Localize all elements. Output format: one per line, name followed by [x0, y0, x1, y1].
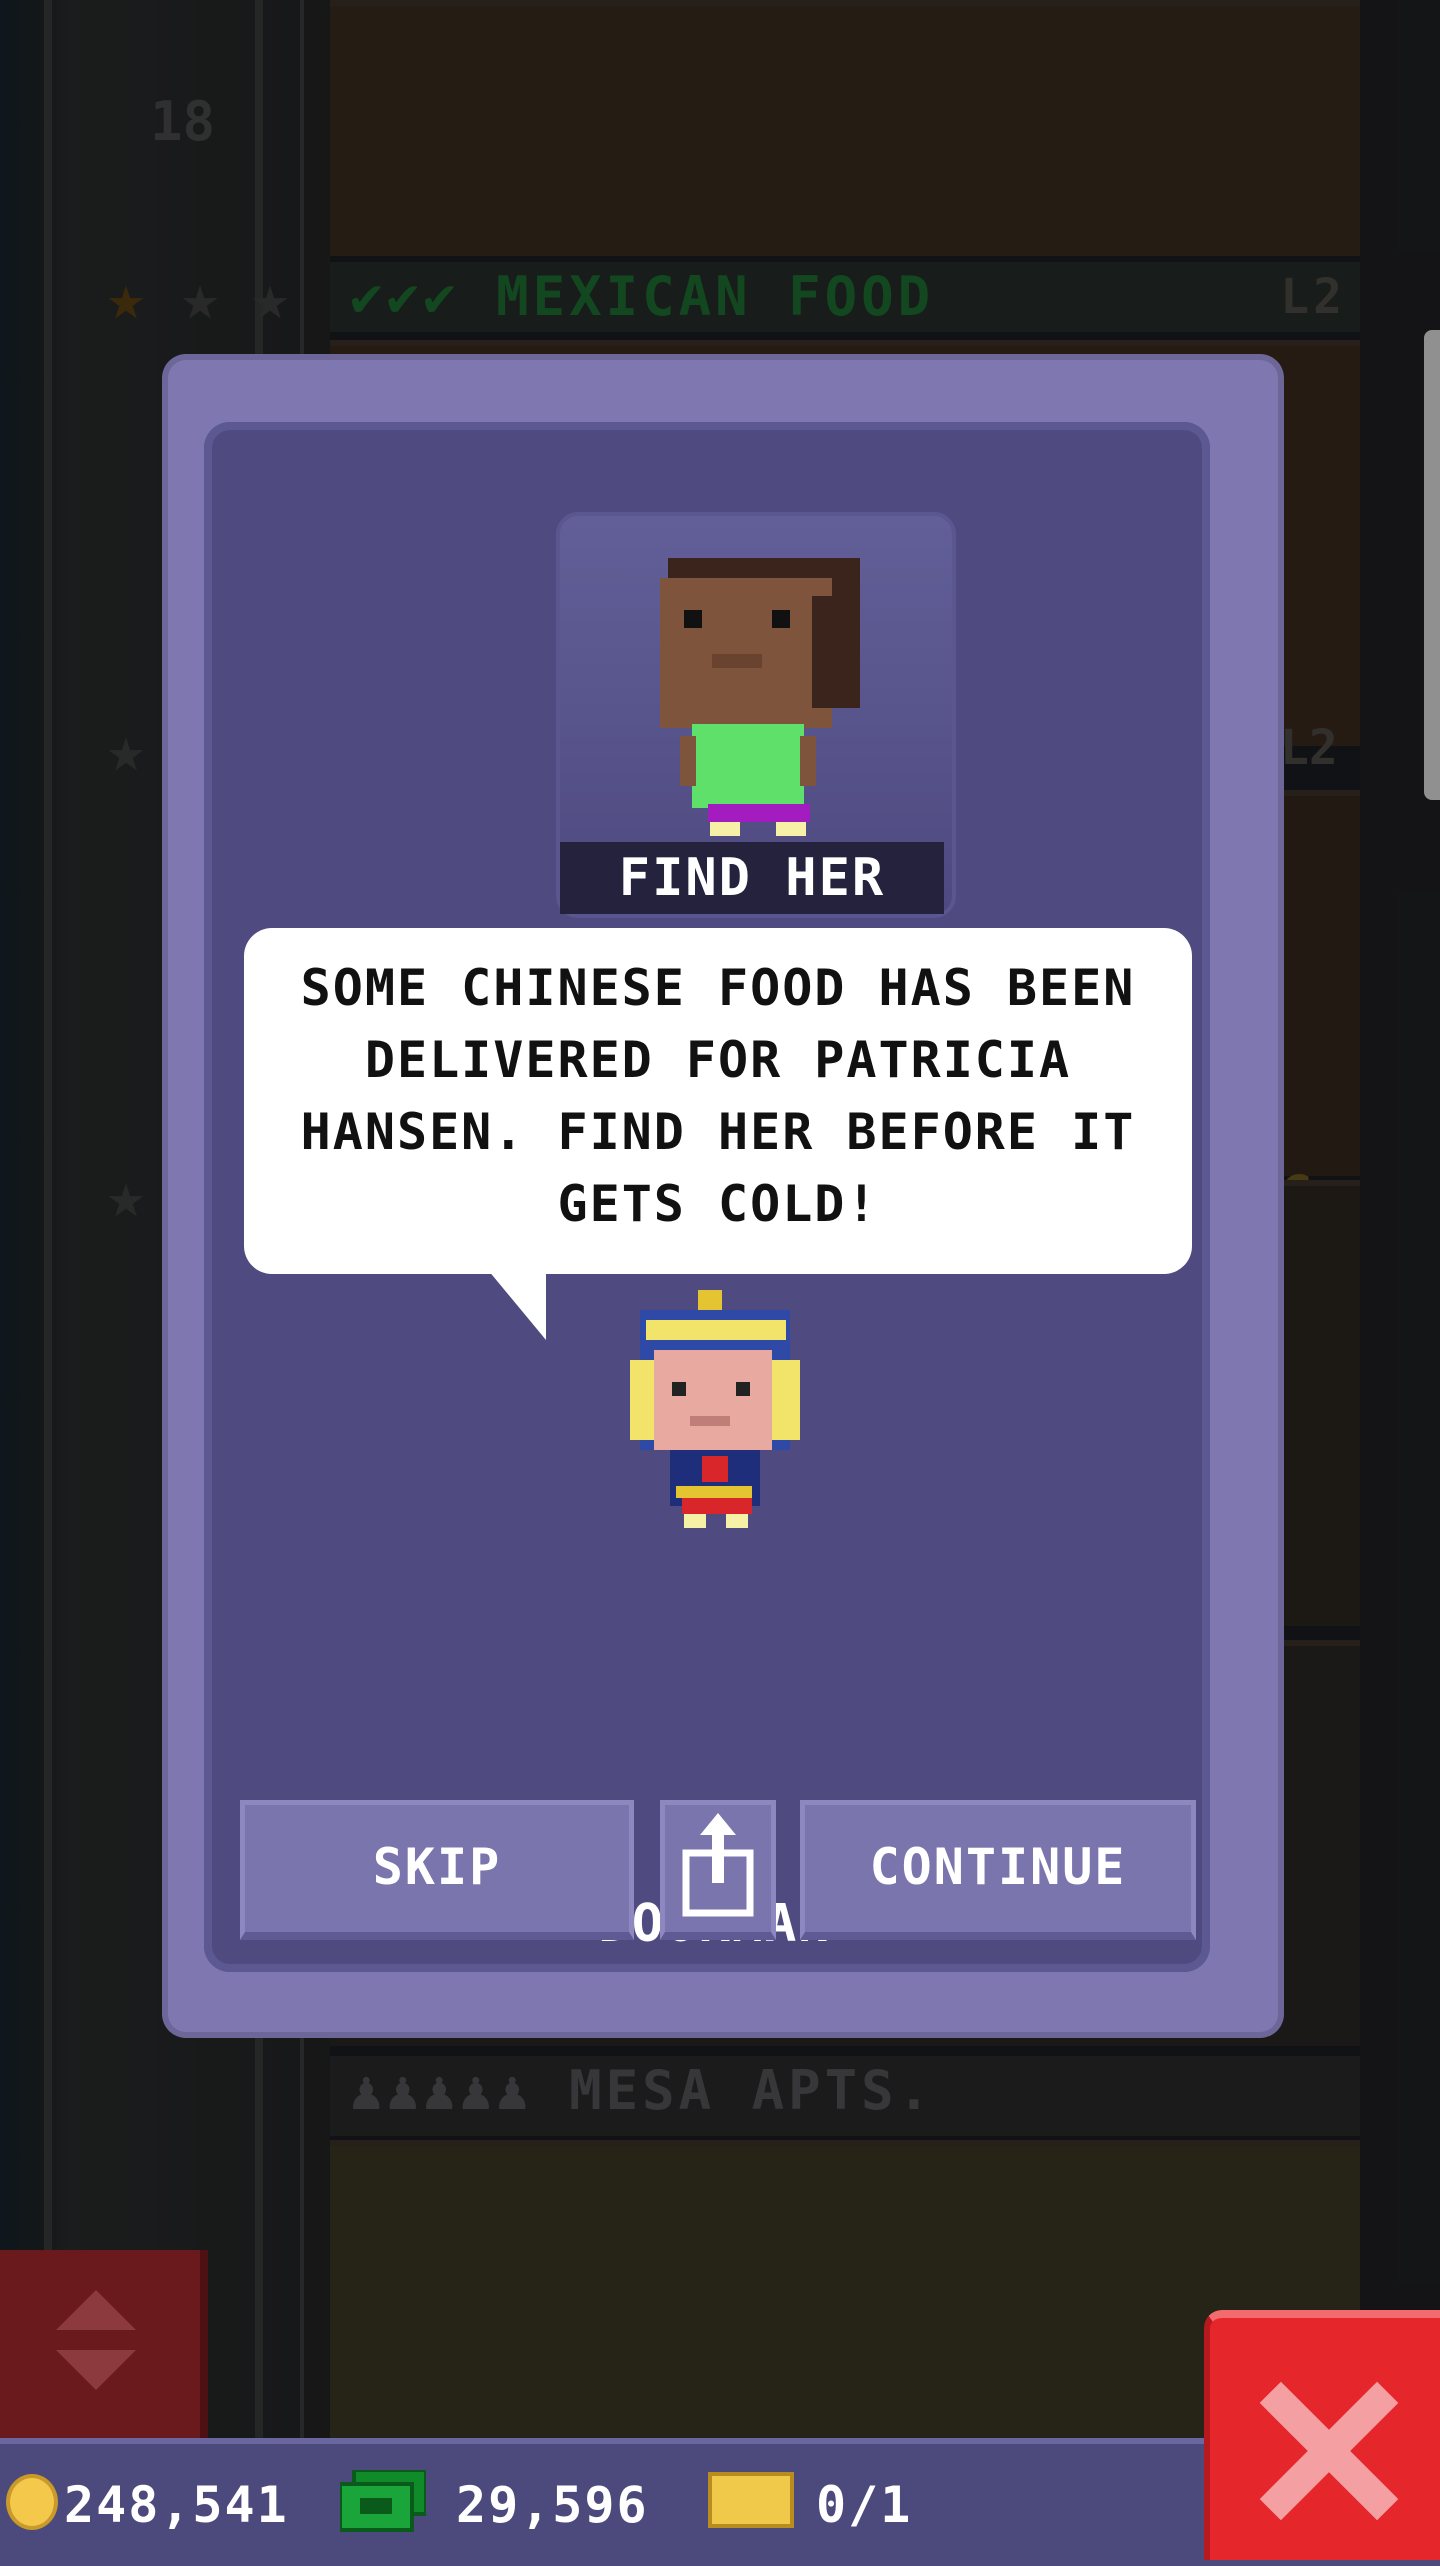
elevator-arrows-icon [56, 2290, 136, 2390]
share-icon [682, 1813, 754, 1917]
portrait-label: FIND HER [560, 842, 944, 914]
continue-button[interactable]: CONTINUE [800, 1800, 1196, 1940]
coin-count: 248,541 [64, 2476, 289, 2534]
ticket-icon [708, 2472, 794, 2528]
close-button[interactable] [1204, 2310, 1440, 2560]
dialog-message: SOME CHINESE FOOD HAS BEEN DELIVERED FOR… [300, 959, 1136, 1233]
elevator-control[interactable] [0, 2250, 208, 2440]
close-icon [1259, 2381, 1399, 2521]
skip-button[interactable]: SKIP [240, 1800, 634, 1940]
character-portrait-icon [660, 558, 860, 836]
speech-bubble-tail [488, 1270, 546, 1340]
doorman-avatar-icon [630, 1290, 800, 1528]
bux-count: 29,596 [456, 2476, 649, 2534]
ticket-count: 0/1 [816, 2476, 913, 2534]
mission-dialog: FIND HER SOME CHINESE FOOD HAS BEEN DELI… [168, 360, 1278, 2032]
bux-icon [340, 2470, 426, 2532]
coin-icon [6, 2474, 58, 2530]
share-button[interactable] [660, 1800, 776, 1940]
